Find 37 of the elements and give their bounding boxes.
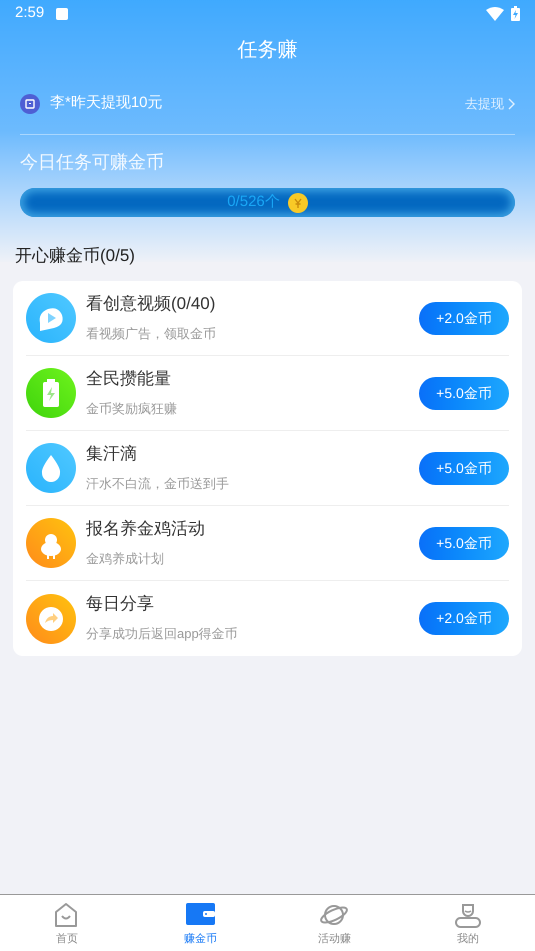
task-description: 金币奖励疯狂赚 bbox=[86, 400, 178, 418]
reward-button[interactable]: +5.0金币 bbox=[419, 452, 509, 484]
task-title: 报名养金鸡活动 bbox=[86, 518, 206, 540]
wifi-icon bbox=[486, 6, 504, 20]
battery-icon bbox=[511, 6, 520, 21]
reward-button[interactable]: +2.0金币 bbox=[419, 602, 509, 635]
status-time: 2:59 bbox=[15, 3, 44, 24]
nav-tab[interactable]: 我的 bbox=[401, 895, 535, 951]
task-description: 金鸡养成计划 bbox=[86, 550, 165, 568]
task-title: 看创意视频(0/40) bbox=[86, 292, 216, 315]
task-description: 分享成功后返回app得金币 bbox=[86, 625, 239, 644]
battery-icon bbox=[26, 368, 76, 418]
progress-text: 0/526个 bbox=[227, 192, 280, 212]
reward-button[interactable]: +5.0金币 bbox=[419, 526, 509, 560]
chevron-icon bbox=[508, 98, 515, 110]
task-description: 看视频广告，领取金币 bbox=[86, 324, 217, 343]
withdraw-notice: 李*昨天提现10元 bbox=[50, 93, 163, 114]
reward-button[interactable]: +2.0金币 bbox=[419, 302, 509, 334]
user-icon bbox=[454, 901, 483, 929]
task-title: 集汗滴 bbox=[86, 442, 138, 465]
section-heading: 开心赚金币(0/5) bbox=[15, 245, 136, 267]
task-title: 每日分享 bbox=[86, 593, 155, 616]
share-icon bbox=[26, 594, 76, 644]
withdraw-link[interactable]: 去提现 bbox=[465, 94, 515, 114]
nav-tab[interactable]: 活动赚 bbox=[268, 895, 402, 951]
task-title: 全民攒能量 bbox=[86, 368, 172, 390]
chick-icon bbox=[26, 518, 76, 568]
nav-tab[interactable]: 赚金币 bbox=[134, 895, 268, 951]
task-description: 汗水不白流，金币送到手 bbox=[86, 474, 230, 493]
wallet-icon bbox=[20, 94, 40, 114]
video-icon bbox=[26, 293, 76, 343]
daily-heading: 今日任务可赚金币 bbox=[20, 151, 165, 174]
coin-icon bbox=[288, 192, 308, 212]
drop-icon bbox=[26, 443, 76, 493]
reward-button[interactable]: +5.0金币 bbox=[419, 376, 509, 410]
page-title: 任务赚 bbox=[238, 38, 298, 63]
nav-tab[interactable]: 首页 bbox=[0, 895, 134, 951]
